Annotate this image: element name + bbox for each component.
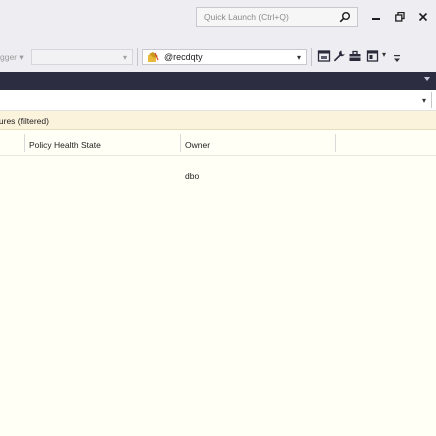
quick-launch-placeholder: Quick Launch (Ctrl+Q) xyxy=(204,12,289,22)
toolbox-icon[interactable] xyxy=(348,49,362,63)
minimize-button[interactable] xyxy=(367,8,385,26)
wrench-icon[interactable] xyxy=(332,49,346,63)
toolbar-more-dropdown[interactable]: ▾ xyxy=(382,50,386,59)
chevron-down-icon: ▾ xyxy=(421,96,426,105)
query-window-icon[interactable] xyxy=(317,49,331,63)
toolbar-separator xyxy=(137,48,138,66)
column-divider[interactable] xyxy=(180,134,181,152)
toolbar: gger ▾ ▾ @recdqty ▾ ▾ xyxy=(0,37,436,72)
toolbar-separator xyxy=(311,48,312,66)
title-bar: Quick Launch (Ctrl+Q) xyxy=(0,0,436,37)
tab-list-dropdown-icon[interactable] xyxy=(424,77,430,81)
solution-config-dropdown[interactable]: ▾ xyxy=(31,49,133,65)
quick-launch-input[interactable]: Quick Launch (Ctrl+Q) xyxy=(196,7,358,27)
minimize-icon xyxy=(372,18,380,20)
available-databases-dropdown[interactable]: @recdqty ▾ xyxy=(142,49,307,65)
close-button[interactable] xyxy=(414,8,432,26)
close-icon xyxy=(418,12,428,22)
database-icon xyxy=(148,52,159,62)
toolbar-overflow-icon[interactable] xyxy=(394,55,400,63)
restore-icon xyxy=(395,12,405,22)
properties-window-icon[interactable] xyxy=(366,49,380,63)
chevron-down-icon: ▾ xyxy=(296,53,301,62)
column-header-policy-health-state[interactable]: Policy Health State xyxy=(29,140,101,150)
debugger-dropdown[interactable]: gger ▾ xyxy=(0,52,24,63)
search-icon[interactable] xyxy=(339,11,351,23)
restore-button[interactable] xyxy=(391,8,409,26)
filter-info-text: lures (filtered) xyxy=(0,116,49,126)
column-divider[interactable] xyxy=(24,134,25,152)
chevron-down-icon: ▾ xyxy=(122,53,127,62)
cell-owner: dbo xyxy=(185,171,200,181)
object-selector-dropdown[interactable]: ▾ xyxy=(0,90,436,111)
divider xyxy=(431,92,432,108)
debugger-label: gger xyxy=(0,52,18,62)
document-tab-well xyxy=(0,72,436,90)
selected-database: @recdqty xyxy=(164,52,203,62)
column-headers: Policy Health State Owner xyxy=(0,130,436,156)
column-header-owner[interactable]: Owner xyxy=(185,140,210,150)
column-divider[interactable] xyxy=(335,134,336,152)
filter-info-bar: lures (filtered) xyxy=(0,111,436,130)
